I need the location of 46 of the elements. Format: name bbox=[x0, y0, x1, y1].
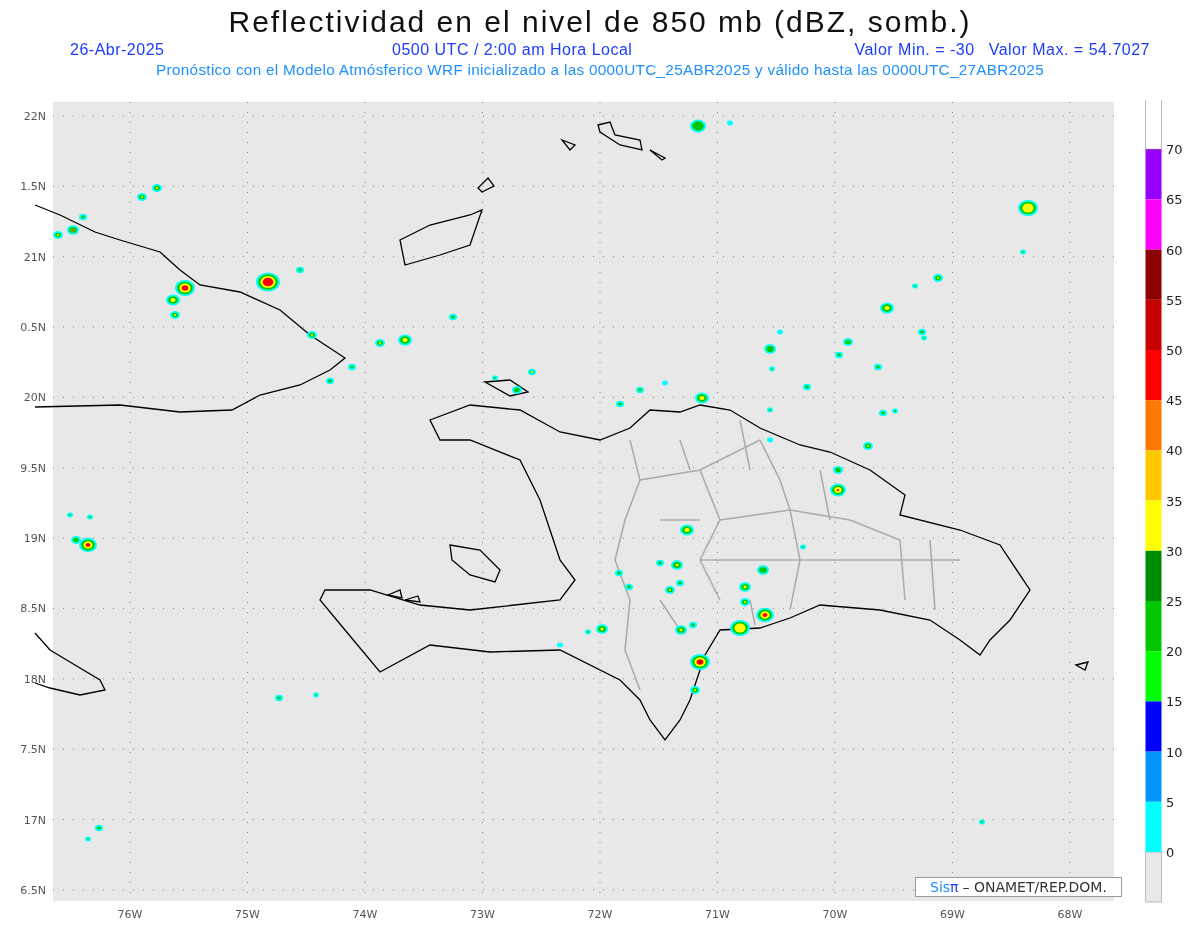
colorbar-label: 60 bbox=[1166, 242, 1183, 258]
longitude-label: 69W bbox=[940, 908, 965, 921]
credit-text: – ONAMET/REP.DOM. bbox=[962, 879, 1107, 895]
longitude-label: 72W bbox=[587, 908, 613, 921]
longitude-label: 68W bbox=[1057, 908, 1083, 921]
forecast-note: Pronóstico con el Modelo Atmósferico WRF inicializado a las 0000UTC_25ABR2025 y válido hasta las 0000UTC_27ABR2025 bbox=[156, 60, 1044, 80]
colorbar-label: 70 bbox=[1166, 142, 1183, 158]
colorbar-label: 15 bbox=[1166, 694, 1183, 710]
latitude-label: 21N bbox=[23, 250, 46, 264]
colorbar-label: 20 bbox=[1166, 644, 1183, 660]
colorbar-label: 35 bbox=[1166, 493, 1183, 509]
colorbar-label: 55 bbox=[1166, 292, 1183, 308]
longitude-label: 73W bbox=[470, 908, 495, 921]
colorbar-label: 0 bbox=[1166, 845, 1175, 860]
colorbar-label: 30 bbox=[1166, 543, 1183, 559]
latitude-label: 20N bbox=[23, 391, 46, 405]
latitude-label: 7.5N bbox=[20, 743, 46, 757]
colorbar-below-range bbox=[1145, 851, 1162, 903]
time-text: 0500 UTC / 2:00 am Hora Local bbox=[391, 40, 634, 60]
longitude-label: 70W bbox=[822, 908, 848, 921]
colorbar-label: 5 bbox=[1166, 794, 1175, 810]
chart-title: Reflectividad en el nivel de 850 mb (dBZ, somb.) bbox=[228, 4, 972, 40]
latitude-label: 18N bbox=[23, 672, 46, 686]
longitude-label: 75W bbox=[235, 908, 260, 921]
latitude-label: 0.5N bbox=[20, 321, 46, 335]
latitude-label: 1.5N bbox=[20, 180, 46, 194]
latitude-label: 9.5N bbox=[20, 461, 46, 475]
longitude-label: 74W bbox=[352, 908, 378, 921]
colorbar-label: 65 bbox=[1166, 192, 1183, 208]
colorbar-label: 40 bbox=[1166, 443, 1183, 459]
colorbar-label: 25 bbox=[1166, 594, 1183, 609]
colorbar-label: 50 bbox=[1166, 343, 1183, 358]
colorbar-label: 45 bbox=[1166, 393, 1183, 409]
brand-logo: Sisπ bbox=[930, 879, 959, 895]
latitude-label: 8.5N bbox=[20, 602, 46, 616]
latitude-label: 17N bbox=[23, 813, 46, 827]
max-value-text: Valor Max. = 54.7027 bbox=[988, 40, 1150, 60]
longitude-label: 76W bbox=[117, 908, 143, 921]
latitude-label: 19N bbox=[23, 532, 46, 546]
latitude-label: 6.5N bbox=[20, 883, 46, 897]
longitude-label: 71W bbox=[705, 908, 730, 921]
latitude-label: 22N bbox=[23, 110, 46, 123]
colorbar-above-range bbox=[1145, 100, 1162, 150]
date-text: 26-Abr-2025 bbox=[69, 40, 166, 60]
colorbar-label: 10 bbox=[1166, 744, 1183, 760]
min-value-text: Valor Min. = -30 bbox=[854, 40, 975, 60]
